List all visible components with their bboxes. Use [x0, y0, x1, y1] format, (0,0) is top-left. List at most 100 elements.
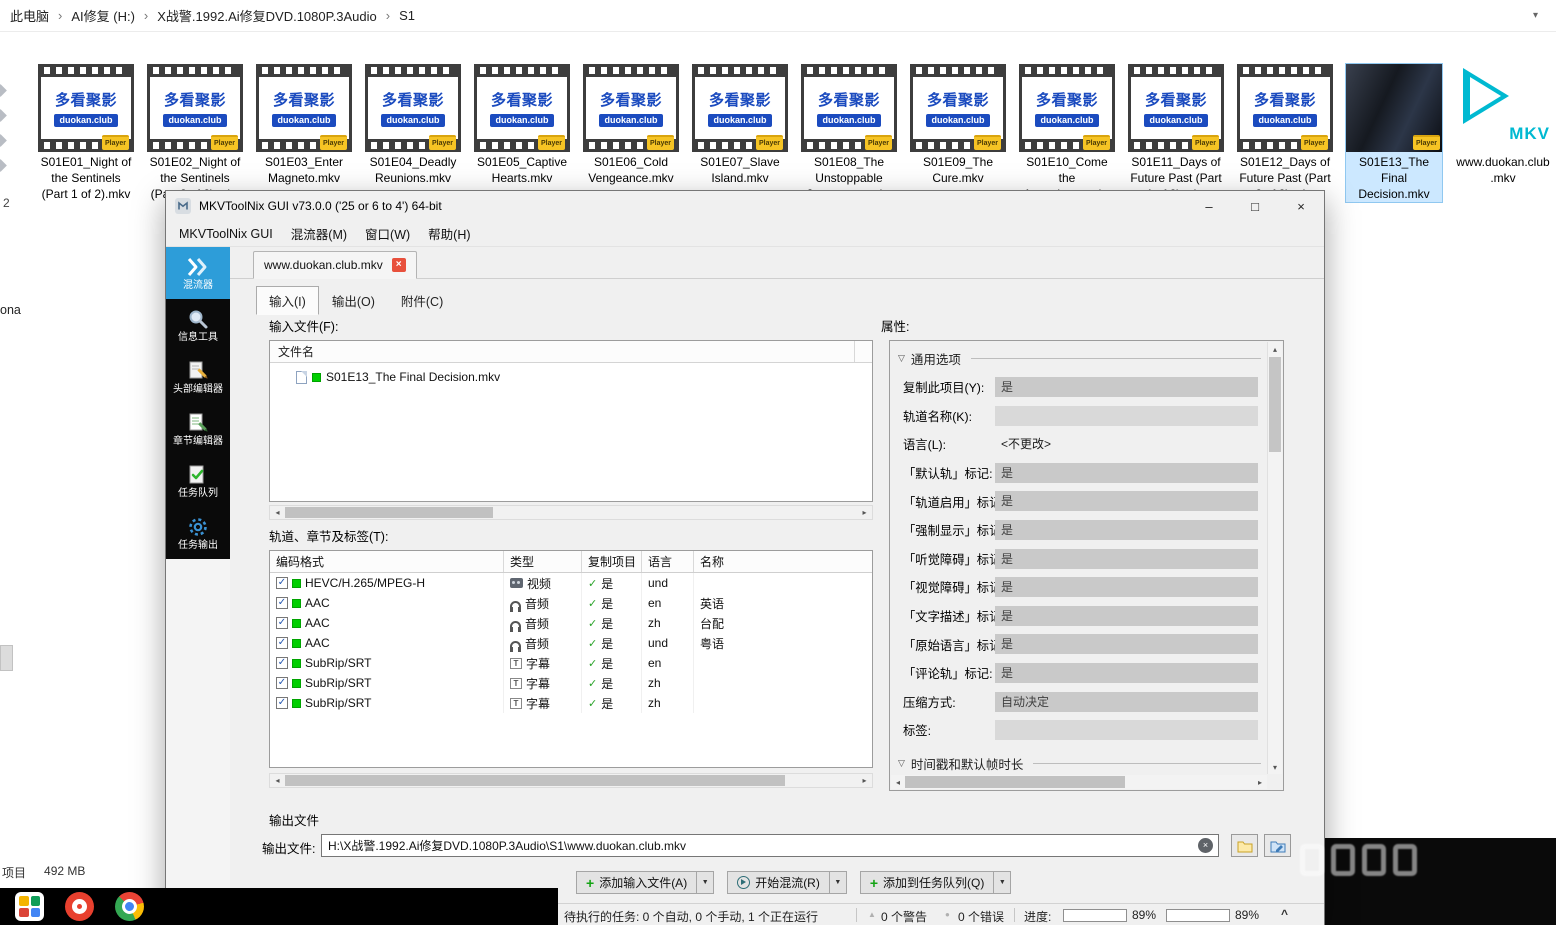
tracks-table[interactable]: 编码格式 类型 复制项目 语言 名称 ✓ HEVC/H.265/MPEG-H	[269, 550, 873, 768]
track-checkbox[interactable]: ✓	[276, 677, 288, 689]
breadcrumb-item[interactable]: 此电脑	[10, 6, 49, 25]
sidebar-item-multiplexer[interactable]: 混流器	[166, 247, 230, 299]
track-row[interactable]: ✓ AAC 音频 ✓	[270, 613, 872, 633]
track-checkbox[interactable]: ✓	[276, 577, 288, 589]
clear-output-icon[interactable]: ×	[1198, 838, 1213, 853]
property-value[interactable]: <不更改>	[995, 434, 1258, 454]
scroll-right-icon[interactable]: ▸	[857, 774, 872, 787]
file-item[interactable]: 多看聚影 duokan.club MKV Player S01E03_Enter…	[256, 64, 352, 187]
output-file-input[interactable]	[321, 834, 1219, 857]
type-column[interactable]: 类型	[504, 551, 582, 572]
chrome-icon[interactable]	[115, 892, 144, 921]
property-value[interactable]: 自动决定	[995, 692, 1258, 712]
output-options-button[interactable]	[1264, 834, 1291, 857]
file-item[interactable]: 多看聚影 duokan.club MKV Player S01E12_Days …	[1237, 64, 1333, 202]
property-value[interactable]	[995, 720, 1258, 740]
scrollbar-thumb[interactable]	[285, 507, 493, 518]
property-value[interactable]: 是	[995, 549, 1258, 569]
codec-column[interactable]: 编码格式	[270, 551, 504, 572]
browse-output-button[interactable]	[1231, 834, 1258, 857]
quick-access-pin-icon[interactable]	[0, 84, 7, 97]
track-checkbox[interactable]: ✓	[276, 657, 288, 669]
breadcrumb-item[interactable]: X战警.1992.Ai修复DVD.1080P.3Audio	[157, 6, 376, 25]
property-value[interactable]: 是	[995, 377, 1258, 397]
minimize-button[interactable]: –	[1186, 191, 1232, 221]
panel-tab[interactable]: 输入(I)	[256, 286, 319, 315]
language-column[interactable]: 语言	[642, 551, 694, 572]
add-source-dropdown[interactable]: ▼	[696, 872, 713, 893]
scroll-up-icon[interactable]: ▴	[1268, 342, 1282, 356]
breadcrumb-item[interactable]: AI修复 (H:)	[71, 6, 135, 25]
menu-item[interactable]: MKVToolNix GUI	[170, 227, 282, 241]
track-checkbox[interactable]: ✓	[276, 697, 288, 709]
track-row[interactable]: ✓ SubRip/SRT 字幕 ✓	[270, 673, 872, 693]
property-value[interactable]: 是	[995, 634, 1258, 654]
menu-item[interactable]: 窗口(W)	[356, 224, 419, 243]
file-item[interactable]: 多看聚影 duokan.club MKV Player S01E09_The C…	[910, 64, 1006, 187]
add-to-queue-dropdown[interactable]: ▼	[993, 872, 1010, 893]
property-value[interactable]: 是	[995, 463, 1258, 483]
property-value[interactable]: 是	[995, 520, 1258, 540]
file-item[interactable]: 多看聚影 duokan.club MKV Player S01E08_The U…	[801, 64, 897, 202]
add-to-job-queue-button[interactable]: + 添加到任务队列(Q) ▼	[860, 871, 1012, 894]
input-file-row[interactable]: S01E13_The Final Decision.mkv	[270, 363, 872, 384]
sidebar-item-chapter-editor[interactable]: 章节编辑器	[166, 403, 230, 455]
tab-close-icon[interactable]: ×	[392, 258, 406, 272]
track-row[interactable]: ✓ AAC 音频 ✓	[270, 593, 872, 613]
file-item[interactable]: 多看聚影 duokan.club MKV Player www.duokan.c…	[1455, 64, 1551, 187]
window-titlebar[interactable]: MKVToolNix GUI v73.0.0 ('25 or 6 to 4') …	[166, 191, 1324, 221]
scrollbar-thumb[interactable]	[285, 775, 785, 786]
scroll-left-icon[interactable]: ◂	[891, 775, 905, 789]
file-item[interactable]: 多看聚影 duokan.club MKV Player S01E10_Come …	[1019, 64, 1115, 202]
track-row[interactable]: ✓ SubRip/SRT 字幕 ✓	[270, 653, 872, 673]
scroll-right-icon[interactable]: ▸	[1253, 775, 1267, 789]
file-item[interactable]: 多看聚影 duokan.club MKV Player S01E13_The F…	[1346, 64, 1442, 202]
property-value[interactable]: 是	[995, 606, 1258, 626]
file-item[interactable]: 多看聚影 duokan.club MKV Player S01E11_Days …	[1128, 64, 1224, 202]
address-dropdown-icon[interactable]: ▾	[1533, 10, 1546, 21]
scroll-right-icon[interactable]: ▸	[857, 506, 872, 519]
property-value[interactable]: 是	[995, 663, 1258, 683]
track-row[interactable]: ✓ SubRip/SRT 字幕 ✓	[270, 693, 872, 713]
timestamps-header[interactable]: ▽ 时间戳和默认帧时长	[898, 754, 1261, 773]
scroll-down-icon[interactable]: ▾	[1268, 760, 1282, 774]
scrollbar-thumb[interactable]	[1269, 357, 1281, 452]
quick-access-pin-icon[interactable]	[0, 134, 7, 147]
scroll-left-icon[interactable]: ◂	[270, 774, 285, 787]
file-item[interactable]: 多看聚影 duokan.club MKV Player S01E05_Capti…	[474, 64, 570, 187]
sidebar-item-job-queue[interactable]: 任务队列	[166, 455, 230, 507]
file-list-hscrollbar[interactable]: ◂ ▸	[269, 505, 873, 520]
scroll-left-icon[interactable]: ◂	[270, 506, 285, 519]
general-options-header[interactable]: ▽ 通用选项	[898, 349, 1261, 368]
track-checkbox[interactable]: ✓	[276, 597, 288, 609]
property-value[interactable]: 是	[995, 491, 1258, 511]
overflow-chevron-icon[interactable]: ^	[1281, 907, 1288, 921]
track-checkbox[interactable]: ✓	[276, 617, 288, 629]
start-muxing-button[interactable]: 开始混流(R) ▼	[727, 871, 847, 894]
tracks-hscrollbar[interactable]: ◂ ▸	[269, 773, 873, 788]
file-item[interactable]: 多看聚影 duokan.club MKV Player S01E02_Night…	[147, 64, 243, 202]
scrollbar-thumb[interactable]	[905, 776, 1125, 788]
maximize-button[interactable]: □	[1232, 191, 1278, 221]
panel-tab[interactable]: 附件(C)	[388, 286, 456, 315]
input-files-list[interactable]: 文件名 S01E13_The Final Decision.mkv	[269, 340, 873, 502]
file-item[interactable]: 多看聚影 duokan.club MKV Player S01E01_Night…	[38, 64, 134, 202]
taskbar-red-app-icon[interactable]	[65, 892, 94, 921]
track-checkbox[interactable]: ✓	[276, 637, 288, 649]
track-row[interactable]: ✓ HEVC/H.265/MPEG-H 视频 ✓	[270, 573, 872, 593]
start-muxing-dropdown[interactable]: ▼	[829, 872, 846, 893]
track-row[interactable]: ✓ AAC 音频 ✓	[270, 633, 872, 653]
sidebar-item-header-editor[interactable]: 头部编辑器	[166, 351, 230, 403]
quick-access-pin-icon[interactable]	[0, 109, 7, 122]
document-tab[interactable]: www.duokan.club.mkv ×	[253, 251, 417, 279]
add-source-files-button[interactable]: + 添加输入文件(A) ▼	[576, 871, 714, 894]
file-item[interactable]: 多看聚影 duokan.club MKV Player S01E04_Deadl…	[365, 64, 461, 187]
file-item[interactable]: 多看聚影 duokan.club MKV Player S01E07_Slave…	[692, 64, 788, 187]
sidebar-item-job-output[interactable]: 任务输出	[166, 507, 230, 559]
properties-hscrollbar[interactable]: ◂ ▸	[891, 775, 1267, 789]
file-item[interactable]: 多看聚影 duokan.club MKV Player S01E06_Cold …	[583, 64, 679, 187]
name-column[interactable]: 名称	[694, 551, 872, 572]
sidebar-item-info-tool[interactable]: 信息工具	[166, 299, 230, 351]
property-value[interactable]	[995, 406, 1258, 426]
close-button[interactable]: ×	[1278, 191, 1324, 221]
